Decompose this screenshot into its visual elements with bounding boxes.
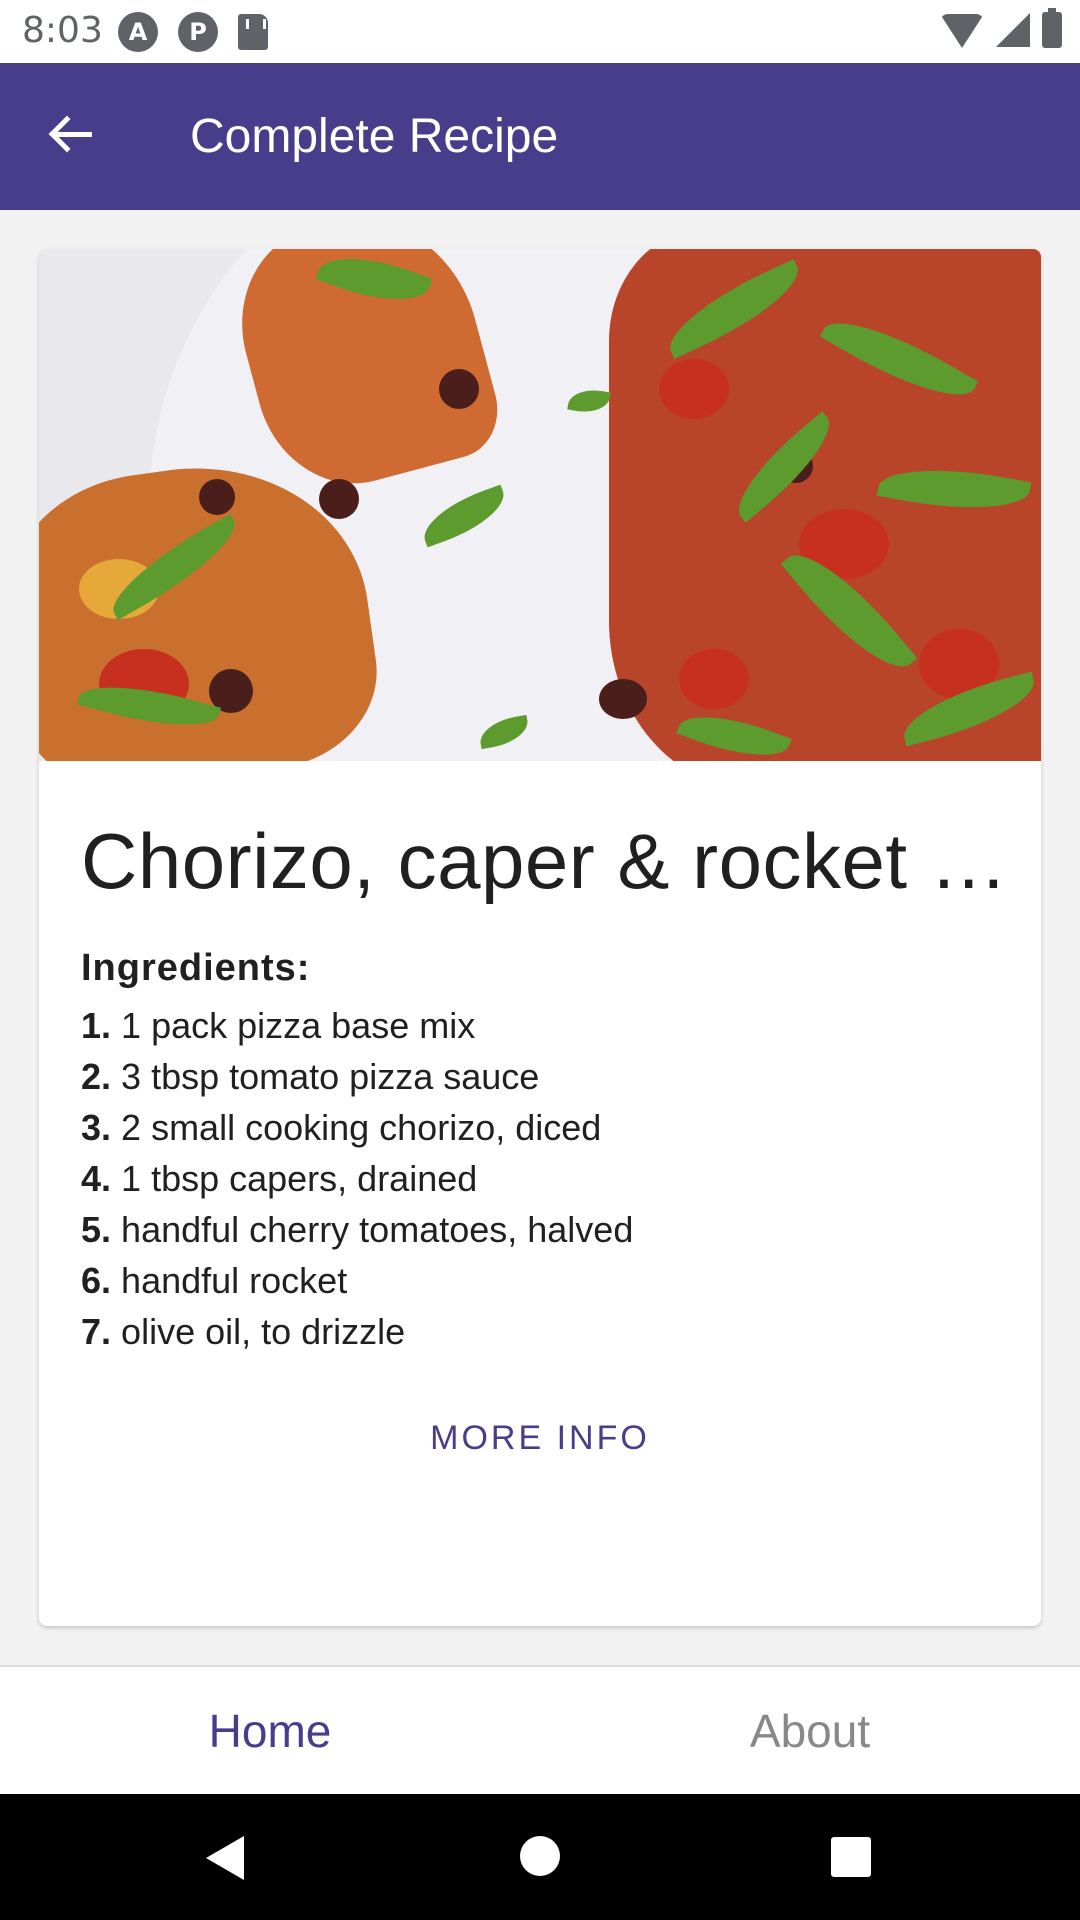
list-item: 7. olive oil, to drizzle bbox=[81, 1306, 999, 1357]
notification-icons: A P bbox=[118, 12, 268, 52]
ingredient-number: 6. bbox=[81, 1260, 112, 1301]
wifi-icon bbox=[940, 14, 984, 48]
ingredient-text: 2 small cooking chorizo, diced bbox=[121, 1107, 602, 1148]
ingredient-number: 4. bbox=[81, 1158, 112, 1199]
ingredient-text: 3 tbsp tomato pizza sauce bbox=[121, 1056, 540, 1097]
ingredient-list: 1. 1 pack pizza base mix 2. 3 tbsp tomat… bbox=[81, 1000, 999, 1357]
more-info-button[interactable]: MORE INFO bbox=[39, 1419, 1041, 1458]
app-bar: Complete Recipe bbox=[0, 63, 1080, 210]
recipe-title: Chorizo, caper & rocket pi... bbox=[81, 817, 1041, 905]
nav-recents-icon[interactable] bbox=[831, 1837, 871, 1877]
a-icon: A bbox=[118, 12, 158, 52]
list-item: 6. handful rocket bbox=[81, 1255, 999, 1306]
battery-icon bbox=[1042, 8, 1062, 48]
bottom-navigation: Home About bbox=[0, 1665, 1080, 1794]
tab-home[interactable]: Home bbox=[0, 1667, 540, 1794]
list-item: 4. 1 tbsp capers, drained bbox=[81, 1153, 999, 1204]
system-navigation-bar bbox=[0, 1794, 1080, 1920]
list-item: 3. 2 small cooking chorizo, diced bbox=[81, 1102, 999, 1153]
ingredients-heading: Ingredients: bbox=[81, 947, 311, 989]
ingredient-number: 1. bbox=[81, 1005, 112, 1046]
system-status-icons bbox=[940, 8, 1062, 48]
p-icon: P bbox=[178, 12, 218, 52]
nav-back-icon[interactable] bbox=[206, 1836, 244, 1880]
back-button[interactable] bbox=[40, 105, 100, 165]
ingredient-text: 1 pack pizza base mix bbox=[121, 1005, 476, 1046]
ingredient-number: 5. bbox=[81, 1209, 112, 1250]
list-item: 5. handful cherry tomatoes, halved bbox=[81, 1204, 999, 1255]
nav-home-icon[interactable] bbox=[520, 1836, 560, 1876]
tab-about[interactable]: About bbox=[540, 1667, 1080, 1794]
arrow-back-icon bbox=[48, 113, 92, 157]
card-body: Chorizo, caper & rocket pi... Ingredient… bbox=[39, 761, 1041, 1357]
ingredient-text: handful rocket bbox=[121, 1260, 348, 1301]
ingredient-text: 1 tbsp capers, drained bbox=[121, 1158, 478, 1199]
signal-icon bbox=[996, 13, 1030, 47]
ingredient-text: olive oil, to drizzle bbox=[121, 1311, 406, 1352]
recipe-card: Chorizo, caper & rocket pi... Ingredient… bbox=[39, 249, 1041, 1626]
sd-card-icon bbox=[238, 14, 268, 50]
status-time: 8:03 bbox=[22, 10, 103, 51]
ingredient-number: 7. bbox=[81, 1311, 112, 1352]
status-bar: 8:03 A P bbox=[0, 0, 1080, 63]
ingredient-number: 2. bbox=[81, 1056, 112, 1097]
page-title: Complete Recipe bbox=[190, 110, 559, 163]
ingredient-number: 3. bbox=[81, 1107, 112, 1148]
list-item: 2. 3 tbsp tomato pizza sauce bbox=[81, 1051, 999, 1102]
ingredient-text: handful cherry tomatoes, halved bbox=[121, 1209, 634, 1250]
recipe-image bbox=[39, 249, 1041, 761]
list-item: 1. 1 pack pizza base mix bbox=[81, 1000, 999, 1051]
